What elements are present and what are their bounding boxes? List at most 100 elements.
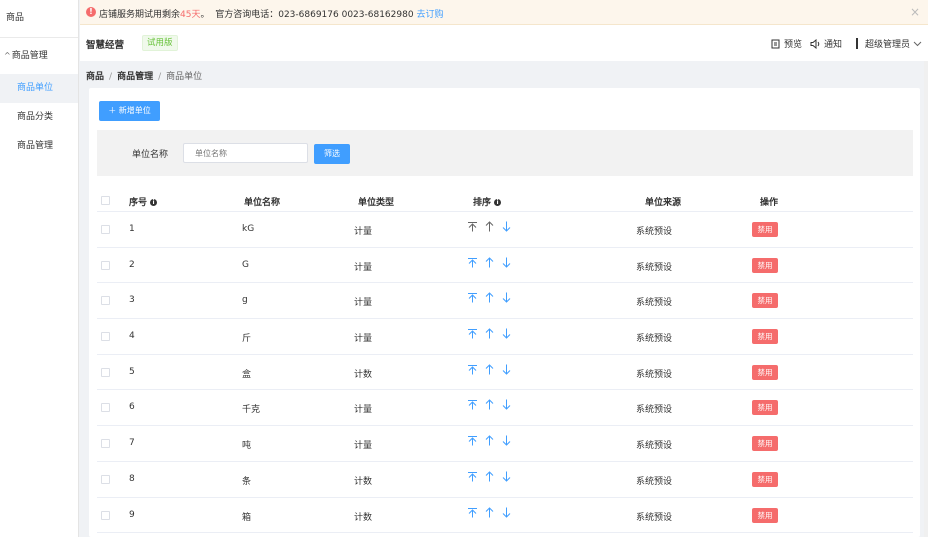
sort-controls: [467, 471, 512, 482]
preview-label: 预览: [783, 40, 802, 50]
header-index-label: 序号: [129, 198, 148, 208]
table-body: 1 kG 计量 系统预设 禁用 2 G 计量 系统预设 禁用 3 g 计量 系统…: [97, 212, 913, 534]
sort-controls: [467, 292, 512, 304]
arrow-up-icon[interactable]: [484, 221, 495, 232]
disable-button[interactable]: 禁用: [752, 329, 778, 345]
table-row: 2 G 计量 系统预设 禁用: [97, 248, 913, 284]
arrow-down-icon[interactable]: [501, 328, 512, 339]
sort-controls: [467, 256, 512, 268]
sidebar-group-goods-management[interactable]: ^商品管理: [0, 38, 78, 74]
row-checkbox[interactable]: [101, 296, 110, 306]
cell-name: G: [242, 259, 249, 270]
cell-name: g: [242, 295, 248, 306]
header-source: 单位来源: [645, 198, 682, 208]
cell-index: 2: [129, 259, 135, 270]
cell-source: 系统预设: [636, 334, 673, 345]
notify-button[interactable]: 通知: [810, 37, 842, 50]
arrow-down-icon[interactable]: [501, 292, 512, 304]
disable-button[interactable]: 禁用: [752, 257, 778, 273]
table-row: 5 盒 计数 系统预设 禁用: [97, 355, 913, 391]
disable-button[interactable]: 禁用: [752, 471, 778, 487]
arrow-to-top-icon[interactable]: [467, 221, 478, 232]
chevron-down-icon: [913, 41, 922, 46]
arrow-to-top-icon[interactable]: [467, 292, 478, 303]
arrow-down-icon[interactable]: [501, 471, 512, 482]
close-icon[interactable]: ×: [910, 5, 920, 19]
row-checkbox[interactable]: [101, 403, 110, 413]
row-checkbox[interactable]: [101, 510, 110, 520]
table-row: 4 斤 计量 系统预设 禁用: [97, 319, 913, 355]
disable-button[interactable]: 禁用: [752, 507, 778, 523]
row-checkbox[interactable]: [101, 474, 110, 484]
user-menu[interactable]: 超级管理员: [865, 37, 922, 50]
select-all-checkbox[interactable]: [101, 196, 110, 205]
brand-title: 智慧经营: [86, 40, 125, 51]
cell-name: 千克: [242, 405, 261, 416]
table-row: 8 条 计数 系统预设 禁用: [97, 462, 913, 498]
add-unit-button[interactable]: ＋ 新增单位: [99, 101, 160, 121]
arrow-down-icon[interactable]: [501, 507, 512, 518]
sidebar: 商品 ^商品管理 商品单位 商品分类 商品管理: [0, 0, 79, 537]
arrow-up-icon[interactable]: [484, 292, 495, 303]
cell-source: 系统预设: [636, 227, 673, 237]
divider: [855, 38, 858, 49]
arrow-to-top-icon[interactable]: [467, 471, 478, 482]
header-name: 单位名称: [244, 198, 281, 208]
filter-label: 单位名称: [132, 150, 169, 160]
arrow-to-top-icon[interactable]: [467, 257, 478, 268]
cell-type: 计数: [354, 512, 373, 523]
sidebar-item-units[interactable]: 商品单位: [0, 74, 78, 103]
arrow-down-icon[interactable]: [501, 221, 512, 232]
arrow-to-top-icon[interactable]: [467, 399, 478, 410]
table-header: 序号 i 单位名称 单位类型 排序 i 单位来源 操作: [97, 188, 913, 212]
sidebar-item-goods[interactable]: 商品管理: [0, 132, 78, 161]
sidebar-item-categories[interactable]: 商品分类: [0, 103, 78, 132]
header-sort: 排序 i: [473, 195, 502, 208]
arrow-down-icon[interactable]: [501, 364, 512, 375]
disable-button[interactable]: 禁用: [752, 436, 778, 452]
scrollbar[interactable]: [924, 61, 928, 537]
row-checkbox[interactable]: [101, 260, 110, 270]
sort-controls: [467, 328, 512, 339]
row-checkbox[interactable]: [101, 332, 110, 342]
disable-button[interactable]: 禁用: [752, 400, 778, 416]
header-type: 单位类型: [358, 198, 395, 208]
arrow-up-icon[interactable]: [484, 399, 495, 410]
arrow-up-icon[interactable]: [484, 256, 495, 268]
cell-source: 系统预设: [636, 262, 673, 273]
row-checkbox[interactable]: [101, 367, 110, 377]
disable-button[interactable]: 禁用: [752, 364, 778, 380]
arrow-down-icon[interactable]: [501, 435, 512, 446]
arrow-to-top-icon[interactable]: [467, 435, 478, 446]
arrow-up-icon[interactable]: [484, 328, 495, 339]
cell-type: 计量: [354, 298, 373, 309]
header-sort-label: 排序: [473, 198, 492, 208]
trial-badge: 试用版: [142, 35, 178, 51]
sort-controls: [467, 221, 512, 232]
table-row: 3 g 计量 系统预设 禁用: [97, 283, 913, 320]
breadcrumb-mid[interactable]: 商品管理: [117, 72, 153, 82]
order-link[interactable]: 去订购: [416, 10, 443, 20]
filter-button[interactable]: 筛选: [314, 144, 350, 164]
cell-type: 计量: [354, 405, 373, 416]
arrow-up-icon[interactable]: [484, 471, 495, 482]
breadcrumb-root[interactable]: 商品: [86, 72, 104, 82]
arrow-up-icon[interactable]: [484, 435, 495, 446]
arrow-to-top-icon[interactable]: [467, 507, 478, 518]
arrow-down-icon[interactable]: [501, 399, 512, 411]
notify-label: 通知: [823, 40, 842, 50]
cell-index: 3: [129, 295, 135, 306]
cell-index: 4: [129, 331, 135, 342]
preview-button[interactable]: 预览: [771, 37, 802, 50]
arrow-down-icon[interactable]: [501, 257, 512, 268]
arrow-up-icon[interactable]: [484, 506, 495, 518]
arrow-to-top-icon[interactable]: [467, 364, 478, 375]
disable-button[interactable]: 禁用: [752, 293, 778, 309]
unit-name-input[interactable]: [183, 143, 308, 163]
disable-button[interactable]: 禁用: [752, 222, 778, 237]
cell-index: 6: [129, 402, 135, 413]
row-checkbox[interactable]: [101, 225, 110, 234]
arrow-to-top-icon[interactable]: [467, 328, 478, 339]
arrow-up-icon[interactable]: [484, 364, 495, 375]
row-checkbox[interactable]: [101, 439, 110, 449]
